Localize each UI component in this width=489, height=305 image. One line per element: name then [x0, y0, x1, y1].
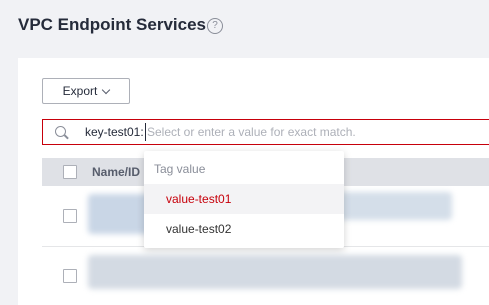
page-title: VPC Endpoint Services [18, 15, 206, 34]
select-all-checkbox[interactable] [63, 165, 77, 179]
dropdown-option[interactable]: value-test02 [144, 214, 344, 244]
chevron-down-icon [102, 85, 111, 94]
dropdown-option[interactable]: value-test01 [144, 184, 344, 214]
dropdown-header: Tag value [154, 162, 206, 176]
tag-value-dropdown: Tag value value-test01 value-test02 [144, 151, 344, 248]
search-tag-key: key-test01: [85, 125, 144, 139]
help-icon[interactable]: ? [207, 18, 223, 34]
table-row [42, 247, 489, 305]
redacted-content [88, 255, 462, 289]
search-input[interactable] [145, 123, 477, 141]
search-bar[interactable]: key-test01: [42, 119, 489, 145]
search-icon [55, 126, 66, 137]
row-checkbox[interactable] [63, 269, 77, 283]
export-label: Export [62, 84, 98, 98]
export-button[interactable]: Export [42, 78, 130, 104]
row-checkbox[interactable] [63, 209, 77, 223]
column-name-id[interactable]: Name/ID [92, 165, 140, 179]
